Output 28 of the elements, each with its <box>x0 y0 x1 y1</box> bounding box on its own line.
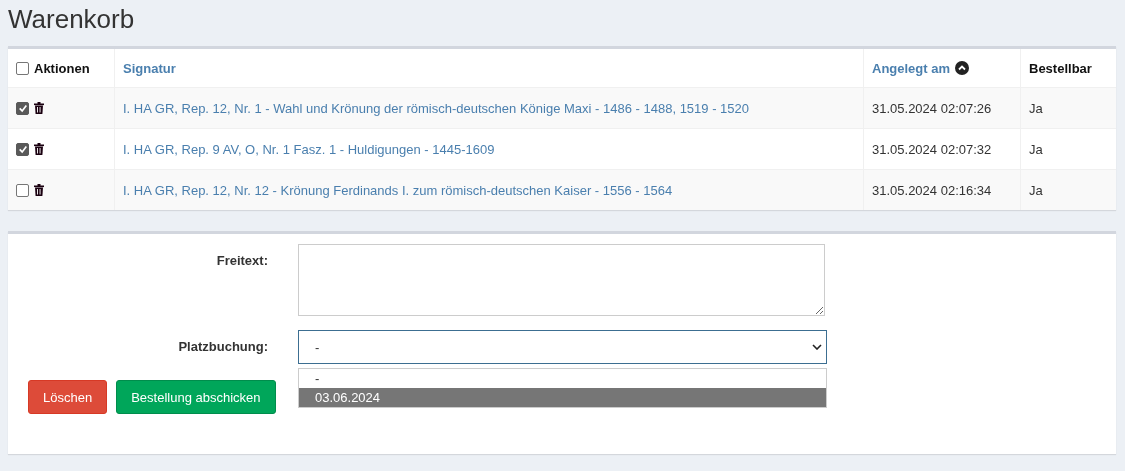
checkbox[interactable] <box>16 142 29 156</box>
trash-icon[interactable] <box>34 143 44 155</box>
table-cell: 31.05.2024 02:07:32 <box>872 141 992 157</box>
column-header: Bestellbar <box>1029 60 1092 76</box>
table-cell: 31.05.2024 02:16:34 <box>872 182 992 198</box>
dropdown-option[interactable]: - <box>299 369 826 388</box>
trash-icon[interactable] <box>34 184 44 196</box>
select-field[interactable]: - <box>298 330 827 364</box>
checkbox[interactable] <box>16 183 29 197</box>
checkbox[interactable] <box>16 101 29 115</box>
checkbox[interactable] <box>16 61 29 75</box>
column-header: Aktionen <box>34 60 90 76</box>
table-cell: Ja <box>1029 141 1043 157</box>
column-header-link[interactable]: Signatur <box>123 60 176 76</box>
record-link[interactable]: I. HA GR, Rep. 9 AV, O, Nr. 1 Fasz. 1 - Huldigungen - 1445-1609 <box>123 141 495 157</box>
page-title: Warenkorb <box>8 3 136 36</box>
action-button[interactable]: Löschen <box>28 380 108 414</box>
dropdown-option[interactable]: 03.06.2024 <box>299 388 826 407</box>
sort-up-icon[interactable] <box>955 61 969 75</box>
action-button[interactable]: Bestellung abschicken <box>116 380 276 414</box>
caret-icon <box>812 344 822 350</box>
table-cell: Ja <box>1029 100 1043 116</box>
column-header-link[interactable]: Angelegt am <box>872 60 950 76</box>
field-label: Freitext: <box>215 252 268 268</box>
table-cell: Ja <box>1029 182 1043 198</box>
field-label: Platzbuchung: <box>177 338 268 354</box>
table-cell: 31.05.2024 02:07:26 <box>872 100 992 116</box>
trash-icon[interactable] <box>34 102 44 114</box>
